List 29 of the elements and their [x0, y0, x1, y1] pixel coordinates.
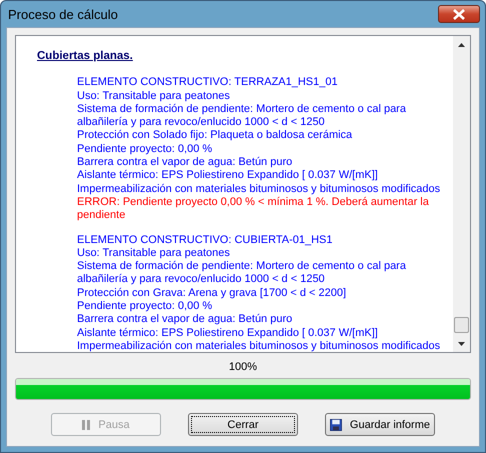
vertical-scrollbar[interactable] — [453, 36, 470, 352]
report-line: Pendiente proyecto: 0,00 % — [77, 300, 214, 314]
close-dialog-button[interactable]: Cerrar — [188, 413, 298, 436]
report-line: Impermeabilización con materiales bituminosos y bituminosos modificados — [77, 182, 442, 196]
report-line: Uso: Transitable para peatones — [77, 90, 231, 103]
report-line: Uso: Transitable para peatones — [77, 246, 231, 260]
scroll-up-icon[interactable] — [458, 42, 465, 46]
report-line: Protección con Grava: Arena y grava [1700 < d < 2200] — [77, 286, 348, 300]
report-line: Barrera contra el vapor de agua: Betún puro — [77, 156, 294, 170]
error-message: ERROR: Pendiente proyecto 0,00 % < mínima 1 %. Deberá aumentar la pendiente — [77, 196, 430, 223]
report-line: Impermeabilización con materiales bituminosos y bituminosos modificados — [77, 340, 442, 352]
save-report-button[interactable]: Guardar informe — [325, 413, 435, 436]
report-line: Aislante térmico: EPS Poliestireno Expandido [ 0.037 W/[mK]] — [77, 326, 379, 340]
report-line: Barrera contra el vapor de agua: Betún puro — [77, 313, 294, 327]
scroll-thumb[interactable] — [454, 317, 469, 333]
close-button[interactable] — [438, 5, 480, 23]
report-line: Aislante térmico: EPS Poliestireno Expandido [ 0.037 W/[mK]] — [77, 169, 379, 183]
report-line: ELEMENTO CONSTRUCTIVO: TERRAZA1_HS1_01 — [77, 76, 339, 90]
pause-icon — [82, 420, 90, 430]
window-title: Proceso de cálculo — [7, 6, 118, 22]
scroll-down-icon[interactable] — [458, 342, 465, 346]
report-line: ELEMENTO CONSTRUCTIVO: CUBIERTA-01_HS1 — [77, 234, 334, 247]
report-line: Sistema de formación de pendiente: Mortero de cemento o cal para albañilería y para revoco/enlucido 1000 < d < 1250 — [77, 260, 407, 287]
report-line: Pendiente proyecto: 0,00 % — [77, 142, 214, 156]
report-line: Sistema de formación de pendiente: Mortero de cemento o cal para albañilería y para revoco/enlucido 1000 < d < 1250 — [77, 102, 407, 130]
close-icon[interactable] — [452, 8, 466, 20]
report-heading: Cubiertas planas. — [37, 50, 133, 64]
report-line: Protección con Solado fijo: Plaqueta o baldosa cerámica — [77, 129, 354, 143]
progress-percentage: 100% — [228, 361, 258, 373]
